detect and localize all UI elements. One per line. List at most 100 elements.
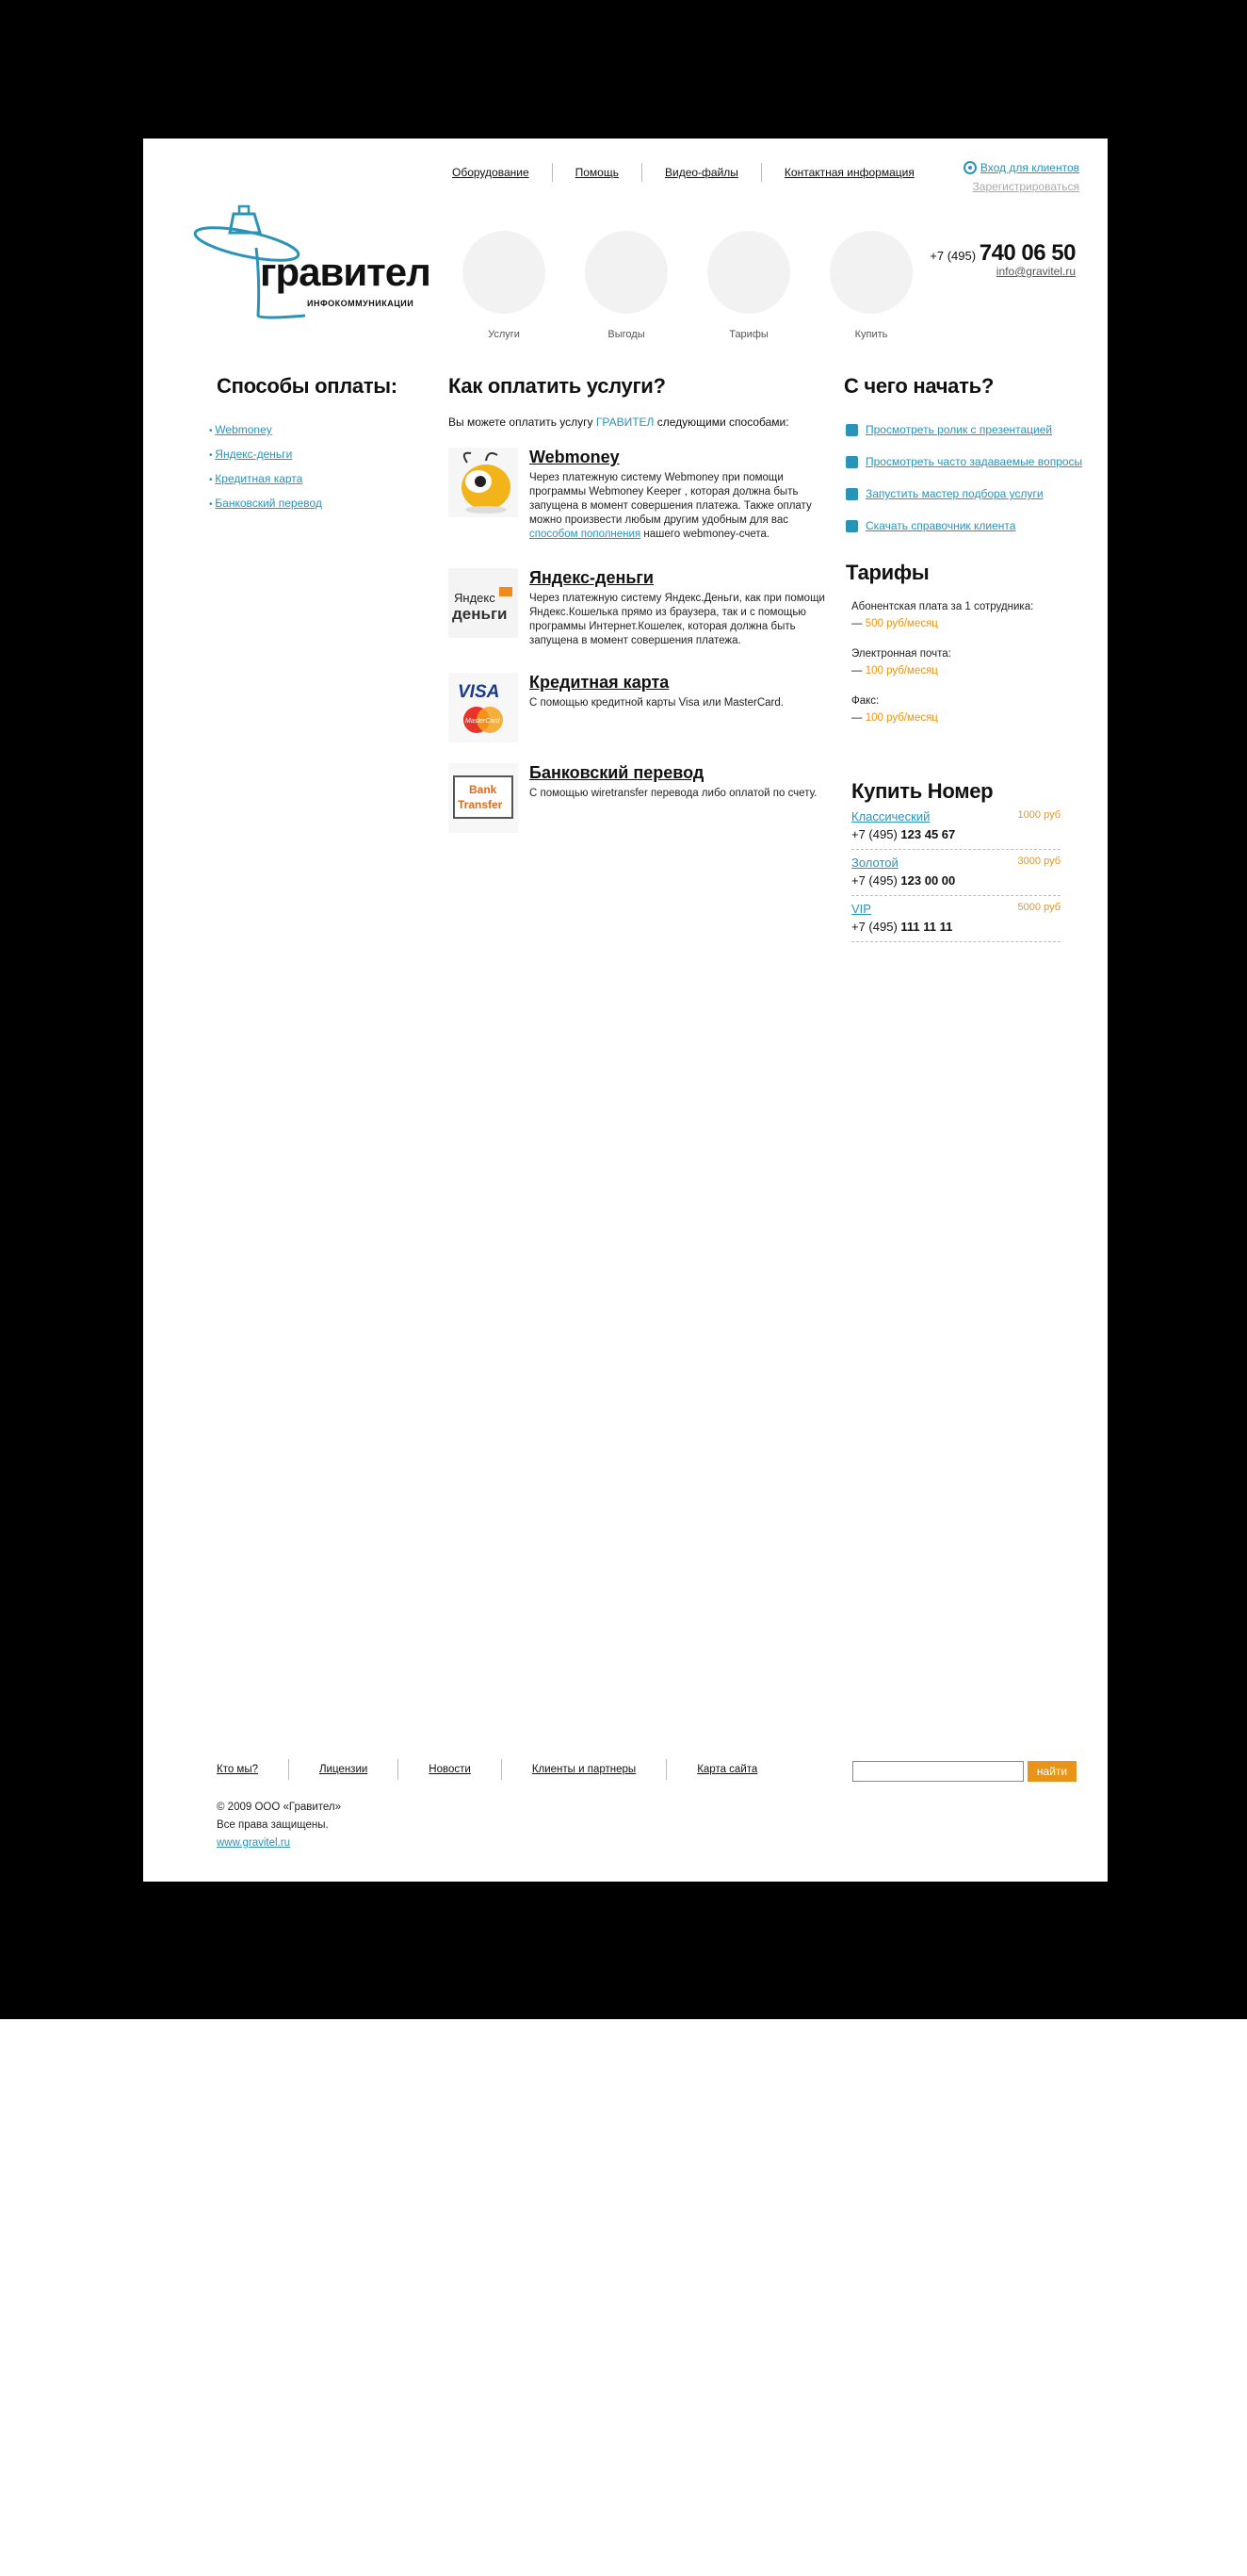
intro-part: следующими способами:	[654, 416, 789, 429]
bank-logo-text: Bank	[469, 783, 497, 796]
yandex-money-icon: Яндекс деньги	[448, 568, 518, 638]
nav-help[interactable]: Помощь	[553, 166, 641, 179]
search-input[interactable]	[852, 1761, 1024, 1782]
rights-text: Все права защищены.	[217, 1819, 329, 1831]
feature-circles: Услуги Выгоды Тарифы Купить	[443, 231, 932, 340]
dash: —	[851, 712, 866, 724]
circle-label: Купить	[854, 329, 888, 340]
tariffs-title: Тарифы	[846, 561, 930, 584]
page-title: Как оплатить услуги?	[448, 374, 666, 398]
method-text: нашего webmoney-счета.	[640, 529, 770, 540]
watch-presentation-link[interactable]: Просмотреть ролик с презентацией	[866, 423, 1052, 436]
number-type-link[interactable]: VIP	[851, 902, 871, 916]
nav-video[interactable]: Видео-файлы	[642, 166, 761, 179]
number-value: 123 45 67	[900, 827, 956, 841]
phone-prefix: +7 (495)	[930, 249, 977, 263]
list-item: Яндекс-деньги	[209, 448, 424, 461]
yandex-logo-text: Яндекс	[454, 591, 495, 605]
tariff-price: 100 руб/месяц	[865, 665, 938, 677]
intro-brand: ГРАВИТЕЛ	[595, 416, 655, 429]
register-link[interactable]: Зарегистрироваться	[964, 180, 1079, 193]
logo[interactable]: гравител ИНФОКОММУНИКАЦИИ	[192, 204, 431, 327]
number-value: 123 00 00	[900, 873, 956, 888]
footer-link-about[interactable]: Кто мы?	[217, 1764, 288, 1775]
logo-subtitle: ИНФОКОММУНИКАЦИИ	[307, 299, 414, 308]
circle-tariffs[interactable]: Тарифы	[688, 231, 810, 340]
payment-link-card[interactable]: Кредитная карта	[215, 472, 302, 485]
login-link[interactable]: Вход для клиентов	[980, 161, 1079, 174]
number-value: 111 11 11	[900, 920, 953, 934]
faq-link[interactable]: Просмотреть часто задаваемые вопросы	[866, 455, 1082, 468]
list-item: Скачать справочник клиента	[846, 519, 1091, 532]
method-title[interactable]: Webmoney	[529, 448, 825, 467]
number-offer: Классический 1000 руб +7 (495) 123 45 67	[851, 804, 1061, 850]
tariffs-section: Тарифы Абонентская плата за 1 сотрудника…	[846, 561, 1091, 726]
download-icon	[846, 519, 858, 532]
circle-buy[interactable]: Купить	[810, 231, 932, 340]
method-title[interactable]: Банковский перевод	[529, 763, 825, 783]
download-guide-link[interactable]: Скачать справочник клиента	[866, 519, 1015, 532]
number-type-link[interactable]: Золотой	[851, 856, 899, 870]
tariff-item: Электронная почта: — 100 руб/месяц	[846, 645, 1091, 679]
circle-label: Выгоды	[607, 329, 645, 340]
footer-link-clients[interactable]: Клиенты и партнеры	[502, 1764, 666, 1775]
circle-label: Услуги	[488, 329, 520, 340]
payment-link-bank[interactable]: Банковский перевод	[215, 497, 322, 510]
method-bank: Bank Transfer Банковский перевод С помощ…	[448, 763, 825, 833]
bank-logo-text: Transfer	[458, 798, 503, 811]
footer-link-licenses[interactable]: Лицензии	[289, 1764, 397, 1775]
method-card: VISA MasterCard Кредитная карта С помощь…	[448, 673, 825, 742]
circle-image	[462, 231, 545, 314]
method-text: Через платежную систему Webmoney при пом…	[529, 472, 812, 526]
payment-link-yandex[interactable]: Яндекс-деньги	[215, 448, 292, 461]
dash: —	[851, 618, 866, 629]
number-price: 3000 руб	[1017, 856, 1061, 867]
bank-transfer-icon: Bank Transfer	[448, 763, 518, 833]
get-started-title: С чего начать?	[844, 374, 994, 398]
tariff-price: 500 руб/месяц	[865, 618, 938, 629]
method-yandex: Яндекс деньги Яндекс-деньги Через платеж…	[448, 568, 825, 648]
login-box: Вход для клиентов Зарегистрироваться	[963, 161, 1079, 193]
method-webmoney: Webmoney Через платежную систему Webmone…	[448, 448, 825, 542]
number-prefix: +7 (495)	[851, 920, 901, 934]
nav-equipment[interactable]: Оборудование	[452, 166, 552, 179]
left-column: Способы оплаты: Webmoney Яндекс-деньги К…	[215, 374, 424, 521]
webmoney-bug-icon	[448, 448, 518, 517]
tariff-label: Факс:	[851, 695, 880, 707]
topup-link[interactable]: способом пополнения	[529, 529, 640, 540]
method-title[interactable]: Кредитная карта	[529, 673, 825, 693]
number-offer: Золотой 3000 руб +7 (495) 123 00 00	[851, 850, 1061, 896]
footer-link-sitemap[interactable]: Карта сайта	[667, 1764, 787, 1775]
list-item: Кредитная карта	[209, 472, 424, 485]
search-button[interactable]: найти	[1028, 1761, 1077, 1782]
dash: —	[851, 665, 866, 677]
number-type-link[interactable]: Классический	[851, 809, 930, 823]
list-item: Запустить мастер подбора услуги	[846, 487, 1091, 500]
yandex-logo-text: деньги	[452, 605, 508, 623]
payment-methods-title: Способы оплаты:	[217, 374, 397, 398]
intro-text: Вы можете оплатить услугу ГРАВИТЕЛ следу…	[448, 416, 825, 429]
circle-image	[707, 231, 790, 314]
number-prefix: +7 (495)	[851, 827, 901, 841]
page: Оборудование Помощь Видео-файлы Контактн…	[143, 139, 1108, 1882]
mastercard-logo-text: MasterCard	[465, 718, 501, 725]
tariff-price: 100 руб/месяц	[865, 712, 938, 724]
method-description: С помощью кредитной карты Visa или Maste…	[529, 697, 784, 709]
wizard-link[interactable]: Запустить мастер подбора услуги	[866, 487, 1044, 500]
circle-image	[585, 231, 668, 314]
email-link[interactable]: info@gravitel.ru	[930, 265, 1076, 278]
footer-link-news[interactable]: Новости	[398, 1764, 501, 1775]
method-description: С помощью wiretransfer перевода либо опл…	[529, 788, 818, 799]
circle-benefits[interactable]: Выгоды	[565, 231, 688, 340]
site-link[interactable]: www.gravitel.ru	[217, 1837, 290, 1849]
nav-contacts[interactable]: Контактная информация	[762, 166, 937, 179]
payment-link-webmoney[interactable]: Webmoney	[215, 423, 271, 436]
list-item: Просмотреть ролик с презентацией	[846, 423, 1091, 436]
contact-phone: +7 (495) 740 06 50 info@gravitel.ru	[930, 240, 1076, 278]
key-icon	[963, 161, 977, 174]
method-description: Через платежную систему Яндекс.Деньги, к…	[529, 593, 825, 646]
list-item: Банковский перевод	[209, 497, 424, 510]
method-title[interactable]: Яндекс-деньги	[529, 568, 825, 588]
circle-services[interactable]: Услуги	[443, 231, 565, 340]
number-prefix: +7 (495)	[851, 873, 901, 888]
